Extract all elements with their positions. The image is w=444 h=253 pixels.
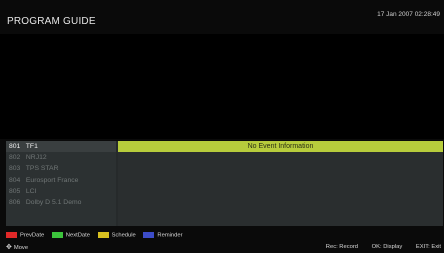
- next-date-label: NextDate: [65, 232, 90, 239]
- event-bar[interactable]: No Event Information: [118, 141, 443, 152]
- channel-list: 801 TF1 802 NRJ12 803 TPS STAR 804 Euros…: [6, 141, 116, 226]
- channel-number: 805: [9, 187, 21, 195]
- guide-panel: 801 TF1 802 NRJ12 803 TPS STAR 804 Euros…: [6, 141, 443, 226]
- channel-name: TF1: [25, 143, 38, 150]
- channel-row[interactable]: 801 TF1: [6, 141, 116, 153]
- channel-row[interactable]: 805 LCI: [6, 186, 116, 197]
- reminder-key[interactable]: Reminder: [143, 232, 183, 239]
- video-preview: [0, 34, 444, 139]
- channel-name: Dolby D 5.1 Demo: [25, 198, 82, 206]
- key-hints: Rec: Record OK: Display EXIT: Exit: [314, 244, 441, 250]
- green-key-icon: [51, 232, 63, 238]
- move-label: Move: [13, 245, 29, 251]
- channel-number: 806: [9, 198, 21, 206]
- channel-name: TPS STAR: [25, 165, 59, 173]
- channel-row[interactable]: 806 Dolby D 5.1 Demo: [6, 197, 116, 208]
- channel-number: 801: [9, 143, 21, 150]
- event-grid: No Event Information: [118, 141, 443, 226]
- channel-row[interactable]: 802 NRJ12: [6, 152, 116, 163]
- channel-name: NRJ12: [25, 154, 47, 162]
- schedule-label: Schedule: [111, 232, 136, 239]
- channel-number: 803: [9, 165, 21, 173]
- next-date-key[interactable]: NextDate: [51, 232, 90, 239]
- exit-hint: EXIT: Exit: [415, 244, 441, 250]
- prev-date-key[interactable]: PrevDate: [6, 232, 44, 239]
- color-key-legend: PrevDate NextDate Schedule Reminder: [6, 232, 189, 239]
- display-hint: OK: Display: [371, 244, 403, 250]
- blue-key-icon: [143, 232, 155, 238]
- schedule-key[interactable]: Schedule: [97, 232, 136, 239]
- page-title: PROGRAM GUIDE: [7, 16, 96, 27]
- datetime-display: 17 Jan 2007 02:28:49: [377, 11, 440, 18]
- red-key-icon: [6, 232, 17, 238]
- channel-name: Eurosport France: [25, 176, 79, 184]
- yellow-key-icon: [97, 232, 109, 238]
- channel-row[interactable]: 803 TPS STAR: [6, 163, 116, 174]
- move-hint: ✥ Move: [6, 243, 28, 251]
- channel-name: LCI: [25, 187, 37, 195]
- record-hint: Rec: Record: [325, 244, 358, 250]
- channel-row[interactable]: 804 Eurosport France: [6, 175, 116, 186]
- reminder-label: Reminder: [157, 232, 183, 239]
- channel-number: 804: [9, 176, 21, 184]
- prev-date-label: PrevDate: [20, 232, 45, 239]
- dpad-icon: ✥: [6, 244, 12, 251]
- channel-number: 802: [9, 154, 21, 162]
